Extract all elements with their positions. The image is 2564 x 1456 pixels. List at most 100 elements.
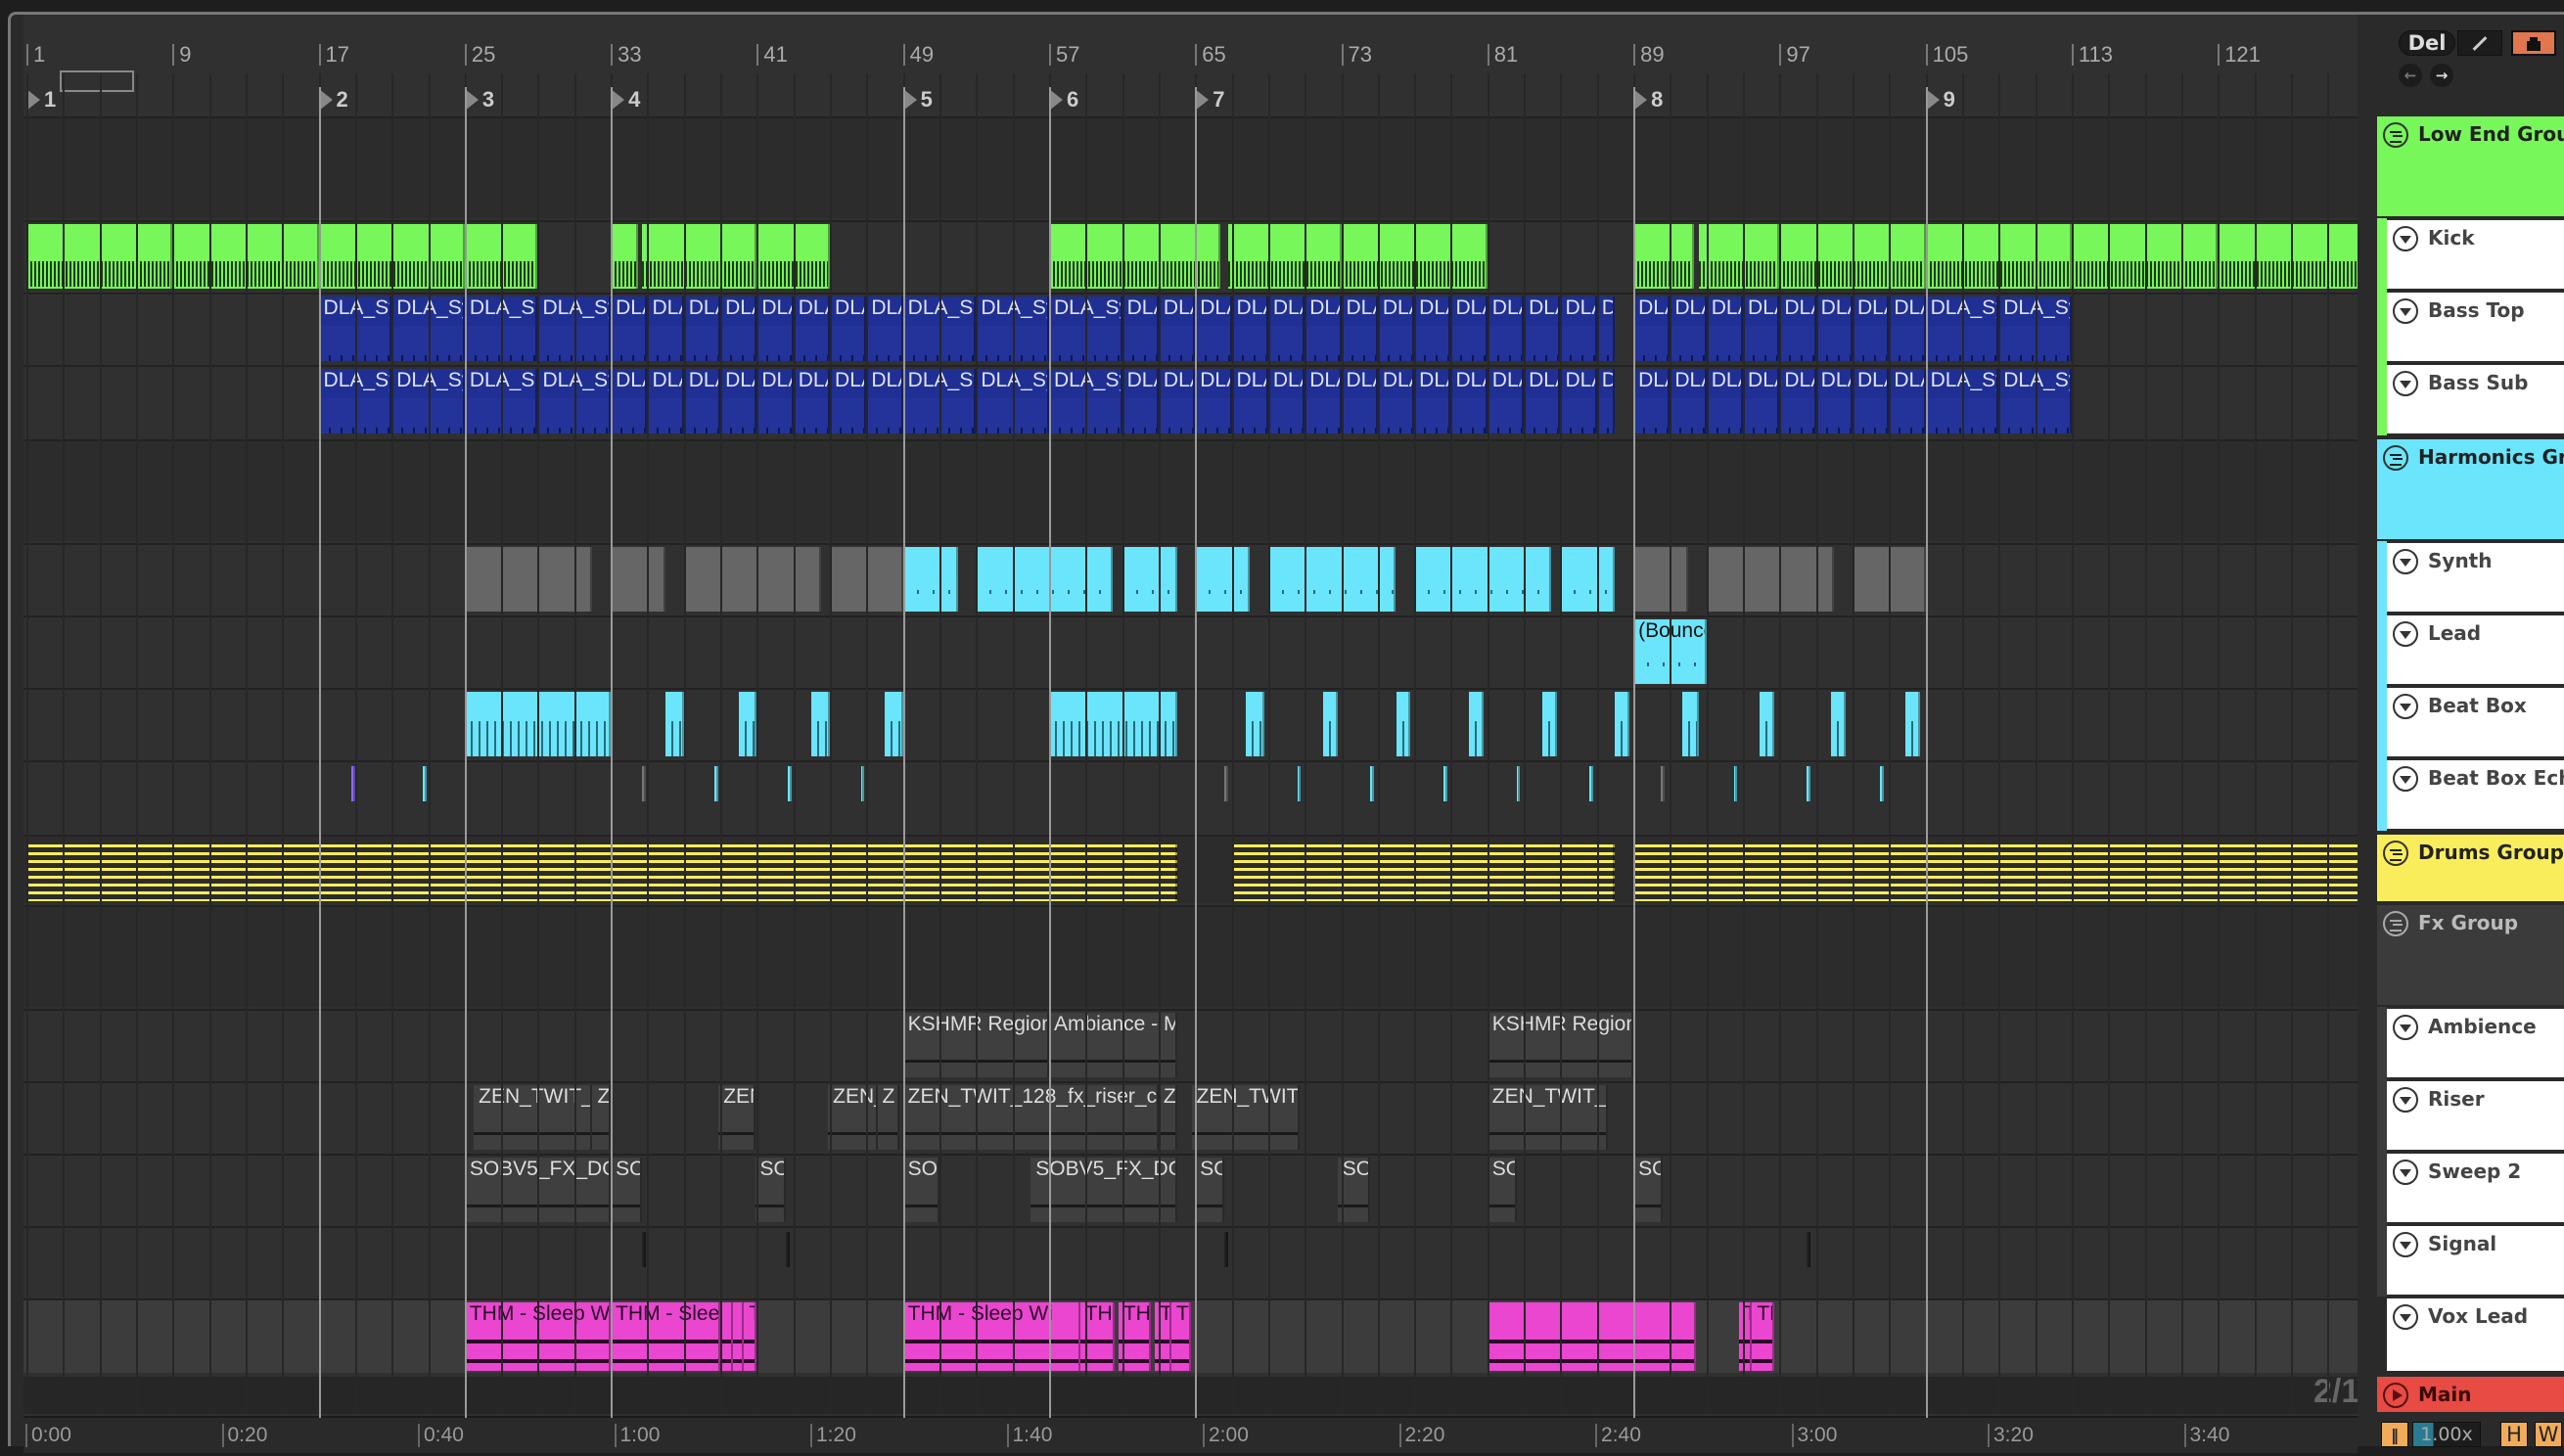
clip[interactable]: THM - Sleep Wi bbox=[902, 1302, 1080, 1371]
track-header-low-end-group[interactable]: Low End Group bbox=[2377, 116, 2564, 216]
clip[interactable] bbox=[788, 766, 792, 801]
clip[interactable]: DLA_Sy bbox=[647, 296, 684, 361]
clip[interactable] bbox=[786, 1232, 790, 1267]
clip[interactable] bbox=[1807, 1232, 1811, 1267]
fold-icon[interactable] bbox=[2393, 298, 2418, 324]
clip[interactable]: DLA_Sy bbox=[1889, 369, 1926, 433]
track-header-sweep-2[interactable]: Sweep 2 bbox=[2387, 1154, 2564, 1222]
clip[interactable]: DLA_Sy bbox=[1122, 369, 1159, 433]
clip[interactable]: T bbox=[744, 1302, 757, 1371]
clip[interactable] bbox=[1231, 844, 1616, 901]
clip[interactable] bbox=[1297, 766, 1302, 801]
clip[interactable]: DLA_Sy bbox=[1414, 296, 1451, 361]
clip[interactable] bbox=[1414, 547, 1552, 612]
clip[interactable]: SO bbox=[611, 1158, 642, 1222]
clip[interactable] bbox=[422, 766, 427, 801]
clip[interactable]: DLA_Sy bbox=[1815, 369, 1853, 433]
track-lane-beat-box[interactable] bbox=[23, 688, 2358, 758]
clip[interactable]: DLA_Sy bbox=[1231, 296, 1268, 361]
clip[interactable]: DLA_Sy bbox=[1524, 369, 1561, 433]
clip[interactable]: SO bbox=[1487, 1158, 1517, 1222]
zoom-factor-field[interactable]: 1.00x bbox=[2412, 1422, 2481, 1447]
track-lane-beat-box-echo[interactable] bbox=[23, 760, 2358, 831]
track-header-vox-lead[interactable]: Vox Lead bbox=[2387, 1298, 2564, 1371]
group-fold-icon[interactable] bbox=[2383, 911, 2408, 936]
track-lane-riser[interactable]: ZEN_TWIT_ZZENZEN_ZZEN_TWIT_128_fx_riser_… bbox=[23, 1081, 2358, 1152]
clip[interactable]: DLA_Sy bbox=[1706, 296, 1744, 361]
clip[interactable]: DLA_Sy bbox=[683, 369, 721, 433]
clip[interactable]: DLA_Sy bbox=[1450, 296, 1488, 361]
clip[interactable]: TH bbox=[1752, 1302, 1774, 1371]
locator-2[interactable]: 2 bbox=[318, 87, 348, 113]
clip[interactable]: DLA_Sy bbox=[1596, 296, 1616, 361]
clip[interactable] bbox=[811, 692, 831, 756]
clip[interactable]: DLA_Sy bbox=[830, 296, 867, 361]
clip[interactable]: T bbox=[1155, 1302, 1171, 1371]
clip[interactable]: DLA_Sy bbox=[793, 369, 831, 433]
clip[interactable]: SO bbox=[1195, 1158, 1225, 1222]
clip[interactable]: DLA_Sy bbox=[611, 369, 648, 433]
clip[interactable]: DLA_Sy bbox=[1305, 369, 1342, 433]
track-header-bass-sub[interactable]: Bass Sub bbox=[2387, 365, 2564, 433]
clip[interactable]: SO bbox=[755, 1158, 787, 1222]
clip[interactable] bbox=[641, 1232, 646, 1267]
waveform-button[interactable]: ‖ bbox=[2381, 1422, 2408, 1447]
track-lane-signal[interactable] bbox=[23, 1226, 2358, 1297]
clip[interactable] bbox=[683, 547, 821, 612]
clip[interactable]: DLA_Sy bbox=[1596, 369, 1616, 433]
clip[interactable] bbox=[1227, 224, 1342, 289]
clip[interactable] bbox=[1322, 692, 1338, 756]
track-header-synth[interactable]: Synth bbox=[2387, 543, 2564, 612]
fold-icon[interactable] bbox=[2393, 226, 2418, 251]
clip[interactable]: Z bbox=[1158, 1085, 1177, 1150]
clip[interactable]: DLA_Sy bbox=[1487, 296, 1525, 361]
clip[interactable] bbox=[611, 224, 639, 289]
fold-icon[interactable] bbox=[2393, 1304, 2418, 1330]
clip[interactable]: ZEN bbox=[718, 1085, 755, 1150]
track-lane-vox-lead[interactable]: THM - Sleep WiTHM - SleepTTHM - Sleep Wi… bbox=[23, 1298, 2358, 1373]
clip[interactable] bbox=[1443, 766, 1447, 801]
clip[interactable]: DLA_Sy bbox=[683, 296, 721, 361]
clip[interactable]: THM - Sleep bbox=[611, 1302, 721, 1371]
clip[interactable] bbox=[1682, 692, 1700, 756]
clip[interactable] bbox=[641, 224, 757, 289]
clip[interactable]: DLA_Sy bbox=[1779, 369, 1816, 433]
forward-arrow-button[interactable]: → bbox=[2430, 64, 2453, 87]
group-fold-icon[interactable] bbox=[2383, 445, 2408, 471]
track-lane-harmonics-gro[interactable] bbox=[23, 439, 2358, 541]
clip[interactable] bbox=[1633, 224, 1694, 289]
clip[interactable] bbox=[1560, 547, 1616, 612]
clip[interactable]: Z bbox=[592, 1085, 612, 1150]
clip[interactable]: T bbox=[1739, 1302, 1753, 1371]
clip[interactable]: DLA_Sy bbox=[1779, 296, 1816, 361]
draw-mode-button[interactable] bbox=[2457, 30, 2502, 56]
clip[interactable]: DLA_Sy bbox=[1341, 296, 1378, 361]
locator-8[interactable]: 8 bbox=[1633, 87, 1663, 113]
clip[interactable]: Z bbox=[877, 1085, 899, 1150]
track-header-kick[interactable]: Kick bbox=[2387, 220, 2564, 289]
clip[interactable]: DLA_Sy bbox=[1341, 369, 1378, 433]
clip[interactable] bbox=[1469, 692, 1485, 756]
clip[interactable]: DLA_Sy bbox=[793, 296, 831, 361]
track-header-drums-group[interactable]: Drums Group bbox=[2377, 835, 2564, 901]
clip[interactable]: DLA_Sy bbox=[611, 296, 648, 361]
clip[interactable] bbox=[641, 766, 646, 801]
clip[interactable] bbox=[1541, 692, 1557, 756]
clip[interactable] bbox=[2218, 224, 2358, 289]
clip[interactable]: DLA_Sy bbox=[830, 369, 867, 433]
track-lane-bass-top[interactable]: DLA_SyDLA_SyDLA_SyDLA_SyDLA_SyDLA_SyDLA_… bbox=[23, 293, 2358, 363]
clip[interactable]: DLA_Sy bbox=[1414, 369, 1451, 433]
track-lane-lead[interactable]: (Bounce bbox=[23, 615, 2358, 686]
clip[interactable] bbox=[1589, 766, 1593, 801]
loop-brace[interactable] bbox=[60, 70, 134, 92]
clip[interactable] bbox=[1905, 692, 1921, 756]
clip[interactable] bbox=[1615, 692, 1630, 756]
locator-4[interactable]: 4 bbox=[611, 87, 640, 113]
track-lane-sweep-2[interactable]: SOBV5_FX_DOSOSOSOISOBV5_FX_DOSOSOSOSO bbox=[23, 1154, 2358, 1224]
locator-1[interactable]: 1 bbox=[26, 87, 56, 113]
locator-6[interactable]: 6 bbox=[1048, 87, 1078, 113]
clip[interactable] bbox=[26, 844, 1177, 901]
track-lane-kick[interactable] bbox=[23, 220, 2358, 291]
clip[interactable] bbox=[1195, 547, 1251, 612]
clip[interactable]: DLA_Sy bbox=[1743, 369, 1780, 433]
